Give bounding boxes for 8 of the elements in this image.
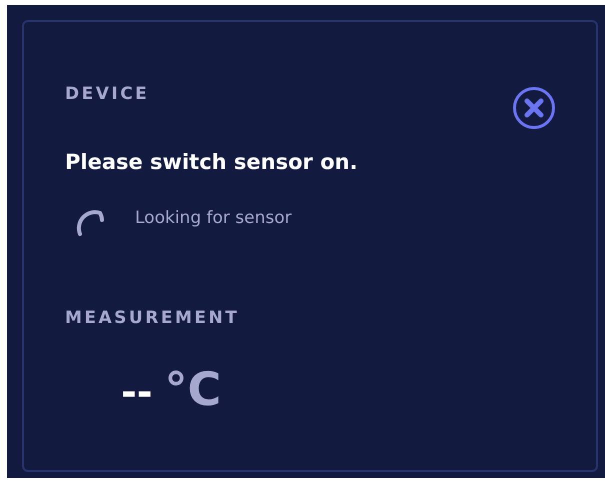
section-label: DEVICE — [65, 84, 150, 104]
close-icon — [512, 86, 556, 130]
close-button[interactable] — [512, 86, 556, 130]
section-label: MEASUREMENT — [65, 308, 240, 328]
measurement-value: -- — [121, 370, 153, 414]
unit-label: °C — [164, 362, 222, 416]
instruction-text: Please switch sensor on. — [65, 150, 359, 174]
status-text: Looking for sensor — [135, 208, 292, 228]
